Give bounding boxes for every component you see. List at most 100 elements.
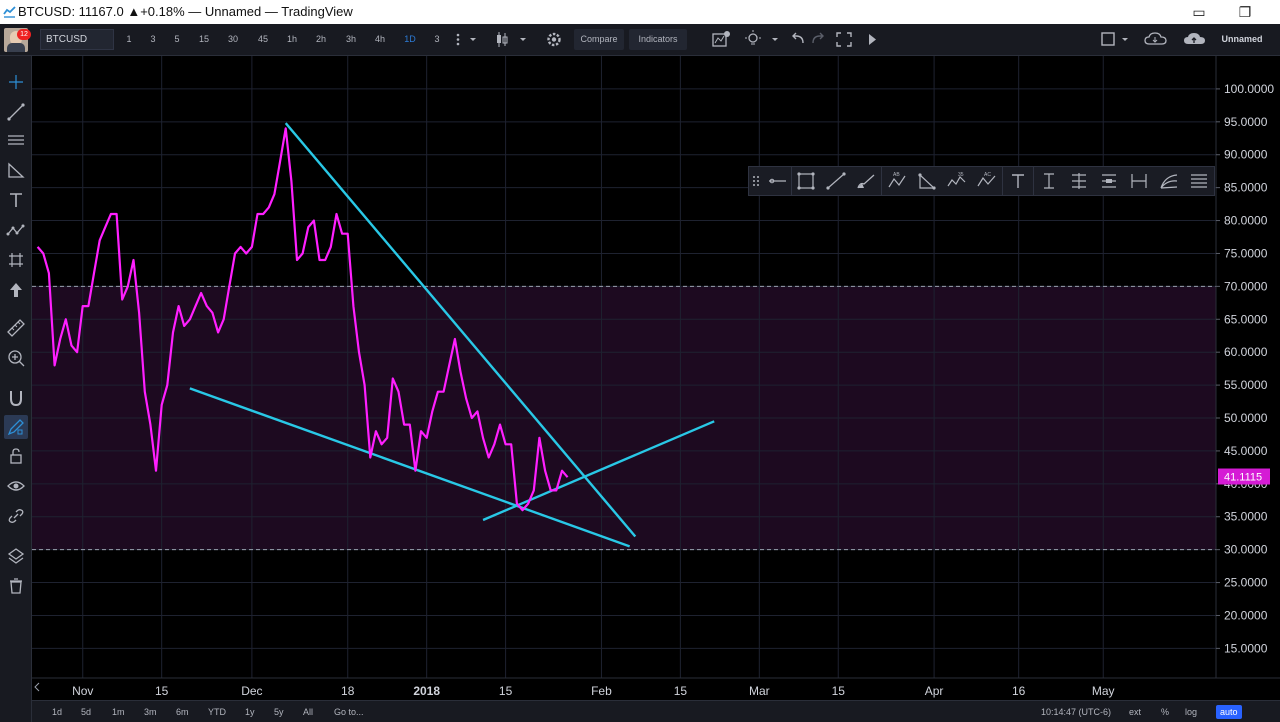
drawing-mode-icon[interactable] [4,415,28,439]
pattern-icon[interactable] [4,218,28,242]
line-icon[interactable] [824,170,848,192]
interval-30m-button[interactable]: 30 [221,29,245,50]
y-tick-label-7: 50.0000 [1224,411,1268,425]
interval-1m-button[interactable]: 1 [118,29,140,50]
compare-button[interactable]: Compare [574,29,624,50]
lock-icon[interactable] [4,444,28,468]
range-1m-button[interactable]: 1m [112,705,125,719]
price-chart[interactable]: 15.000020.000025.000030.000035.000040.00… [32,56,1280,700]
y-tick-label-10: 65.0000 [1224,312,1268,326]
trash-icon[interactable] [4,574,28,598]
x-tick-label-5: 15 [499,684,513,698]
window-titlebar: BTCUSD: 11167.0 ▲+0.18% — Unnamed — Trad… [0,0,1280,24]
range-5y-button[interactable]: 5y [274,705,284,719]
maximize-window-button[interactable]: ❐ [1234,2,1256,22]
range-ytd-button[interactable]: YTD [208,705,226,719]
trend-line-icon[interactable] [4,100,28,124]
y-tick-label-11: 70.0000 [1224,279,1268,293]
arrow-up-icon[interactable] [4,278,28,302]
fib-fan-icon[interactable] [1157,170,1181,192]
layout-chevron-icon[interactable] [1119,29,1131,50]
range-6m-button[interactable]: 6m [176,705,189,719]
x-tick-label-0: Nov [72,684,93,698]
play-icon[interactable] [862,29,882,50]
interval-3m-button[interactable]: 3 [142,29,164,50]
layout-name-button[interactable]: Unnamed [1218,29,1266,50]
candlestick-icon[interactable] [490,29,514,50]
range-all-button[interactable]: All [303,705,313,719]
fib-retracement-icon[interactable] [1187,170,1211,192]
y-tick-label-15: 90.0000 [1224,148,1268,162]
magnet-icon[interactable] [4,386,28,410]
x-tick-label-6: Feb [591,684,612,698]
y-tick-label-1: 20.0000 [1224,608,1268,622]
parallel-channel-icon[interactable] [4,128,28,152]
interval-3h-button[interactable]: 3h [339,29,363,50]
range-1d-button[interactable]: 1d [52,705,62,719]
ext-toggle[interactable]: ext [1129,705,1141,719]
x-tick-label-7: 15 [674,684,688,698]
undo-icon[interactable] [788,29,808,50]
symbol-search-input[interactable]: BTCUSD [40,29,114,50]
x-tick-label-1: 15 [155,684,169,698]
gear-icon[interactable] [542,29,566,50]
interval-custom-button[interactable]: 3 [426,29,448,50]
log-toggle[interactable]: log [1185,705,1197,719]
date-price-range-icon[interactable] [1097,170,1121,192]
range-1y-button[interactable]: 1y [245,705,255,719]
triangle-icon[interactable] [915,170,939,192]
chevron-down-icon[interactable] [466,29,480,50]
price-range-icon[interactable] [1037,170,1061,192]
more-intervals-icon[interactable] [452,29,464,50]
cloud-load-icon[interactable] [1141,29,1171,50]
interval-2h-button[interactable]: 2h [309,29,333,50]
auto-scale-toggle[interactable]: auto [1216,705,1242,719]
interval-5m-button[interactable]: 5 [166,29,188,50]
interval-1h-button[interactable]: 1h [280,29,304,50]
alert-icon[interactable] [708,29,734,50]
percent-toggle[interactable]: % [1161,705,1169,719]
interval-4h-button[interactable]: 4h [368,29,392,50]
interval-15m-button[interactable]: 15 [192,29,216,50]
clock-readout: 10:14:47 (UTC-6) [1041,707,1112,717]
date-range-icon[interactable] [1067,170,1091,192]
brush-icon[interactable] [854,170,878,192]
rectangle-icon[interactable] [794,170,818,192]
drag-handle-icon[interactable] [751,170,761,192]
tradingview-logo-icon [3,6,16,18]
link-icon[interactable] [4,504,28,528]
y-tick-label-8: 55.0000 [1224,378,1268,392]
zoom-in-icon[interactable] [4,346,28,370]
redo-icon[interactable] [808,29,828,50]
text-icon[interactable] [4,188,28,212]
crosshair-icon[interactable] [4,70,28,94]
fullscreen-icon[interactable] [832,29,856,50]
chart-type-chevron-icon[interactable] [516,29,530,50]
layers-icon[interactable] [4,544,28,568]
pitchfork-icon[interactable] [4,158,28,182]
interval-1d-button[interactable]: 1D [398,29,422,50]
abc-wave-icon[interactable]: AC [975,170,999,192]
ruler-icon[interactable] [4,316,28,340]
cloud-save-icon[interactable] [1180,29,1210,50]
floating-drawing-toolbar: AB 35 AC [748,166,1215,196]
measure-icon[interactable] [1127,170,1151,192]
abcd-pattern-icon[interactable]: AB [885,170,909,192]
indicators-button[interactable]: Indicators [629,29,687,50]
chart-layout-icon[interactable] [1098,29,1118,50]
range-5d-button[interactable]: 5d [81,705,91,719]
interval-45m-button[interactable]: 45 [251,29,275,50]
current-price-tag: 41.1115 [1218,468,1270,485]
svg-text:AB: AB [893,172,900,178]
x-tick-label-12: May [1092,684,1115,698]
prediction-icon[interactable] [4,248,28,272]
text-icon[interactable] [1006,170,1030,192]
range-3m-button[interactable]: 3m [144,705,157,719]
elliott-wave-icon[interactable]: 35 [945,170,969,192]
restore-window-button[interactable]: ▭ [1188,2,1210,22]
ideas-chevron-icon[interactable] [768,29,782,50]
go-to-button[interactable]: Go to... [334,705,364,719]
horizontal-ray-icon[interactable] [765,170,789,192]
eye-icon[interactable] [4,474,28,498]
bulb-icon[interactable] [740,29,766,50]
